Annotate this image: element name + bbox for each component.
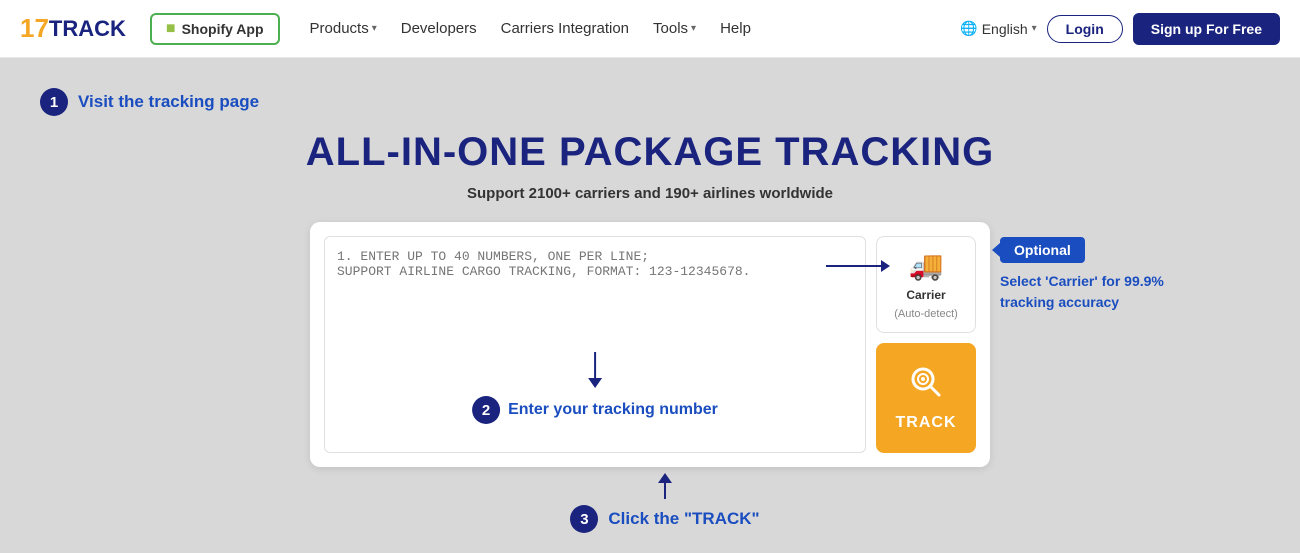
- chevron-down-icon-lang: ▾: [1032, 23, 1037, 34]
- tracking-input-area: 2 Enter your tracking number: [324, 236, 866, 453]
- logo-track: TRACK: [49, 16, 126, 42]
- logo-17: 17: [20, 13, 49, 44]
- step1-row: 1 Visit the tracking page: [40, 88, 1260, 116]
- chevron-down-icon-tools: ▾: [691, 23, 696, 34]
- page-title: ALL-IN-ONE PACKAGE TRACKING: [40, 130, 1260, 175]
- step1-badge: 1: [40, 88, 68, 116]
- tracking-controls: 🚚 Carrier (Auto-detect) TRACK: [876, 236, 976, 453]
- carrier-label: Carrier: [906, 288, 945, 302]
- optional-callout-container: Optional Select 'Carrier' for 99.9% trac…: [1000, 237, 1200, 313]
- step3-container: 3 Click the "TRACK": [310, 473, 1020, 533]
- optional-callout: Optional: [1000, 237, 1085, 263]
- globe-icon: 🌐: [960, 20, 977, 37]
- step3-text: Click the "TRACK": [608, 509, 759, 529]
- header: 17 TRACK ■ Shopify App Products ▾ Develo…: [0, 0, 1300, 58]
- optional-desc: Select 'Carrier' for 99.9% tracking accu…: [1000, 271, 1200, 313]
- nav-tools[interactable]: Tools ▾: [643, 14, 706, 43]
- callout-arrow: [992, 243, 1000, 257]
- optional-arrow-container: [993, 244, 995, 246]
- logo[interactable]: 17 TRACK: [20, 13, 126, 44]
- tracking-textarea[interactable]: [337, 249, 853, 419]
- chevron-down-icon: ▾: [372, 23, 377, 34]
- nav-developers[interactable]: Developers: [391, 14, 487, 43]
- signup-button[interactable]: Sign up For Free: [1133, 13, 1280, 45]
- shopify-icon: ■: [166, 20, 176, 38]
- carrier-sub: (Auto-detect): [894, 308, 958, 320]
- shopify-app-button[interactable]: ■ Shopify App: [150, 13, 280, 45]
- widget-wrapper: 2 Enter your tracking number 🚚 Carrier (…: [310, 222, 990, 533]
- nav-help[interactable]: Help: [710, 14, 761, 43]
- login-button[interactable]: Login: [1047, 15, 1123, 43]
- track-label: TRACK: [896, 414, 957, 432]
- step3-arrow-up-head: [658, 473, 672, 483]
- step3-arrow-up-line: [664, 483, 666, 499]
- main-content: 1 Visit the tracking page ALL-IN-ONE PAC…: [0, 58, 1300, 553]
- nav: Products ▾ Developers Carriers Integrati…: [300, 14, 949, 43]
- header-right: 🌐 English ▾ Login Sign up For Free: [960, 13, 1280, 45]
- step1-text: Visit the tracking page: [78, 92, 259, 112]
- nav-products[interactable]: Products ▾: [300, 14, 387, 43]
- tracking-widget: 2 Enter your tracking number 🚚 Carrier (…: [310, 222, 990, 467]
- step3-badge: 3: [570, 505, 598, 533]
- truck-icon: 🚚: [909, 249, 944, 282]
- track-search-icon: [908, 364, 944, 408]
- shopify-label: Shopify App: [182, 21, 264, 37]
- step3-row: 3 Click the "TRACK": [570, 505, 759, 533]
- nav-carriers-integration[interactable]: Carriers Integration: [491, 14, 639, 43]
- language-selector[interactable]: 🌐 English ▾: [960, 20, 1036, 37]
- track-button[interactable]: TRACK: [876, 343, 976, 453]
- carrier-button[interactable]: 🚚 Carrier (Auto-detect): [876, 236, 976, 333]
- subtitle: Support 2100+ carriers and 190+ airlines…: [40, 185, 1260, 202]
